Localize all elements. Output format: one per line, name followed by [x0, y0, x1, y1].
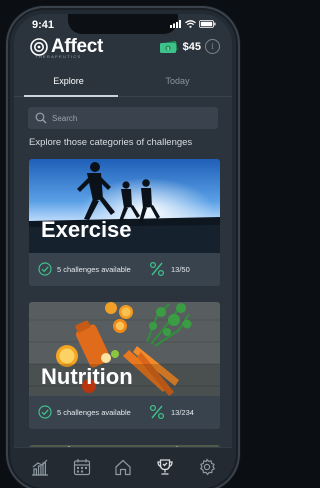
balance[interactable]: $ $45 i: [159, 39, 220, 54]
signal-icon: [170, 20, 181, 28]
tab-explore[interactable]: Explore: [14, 70, 123, 96]
challenge-progress: 13/234: [171, 408, 194, 417]
challenges-available: 5 challenges available: [57, 265, 131, 274]
app-screen: 9:41 Affect THERAPEUTICS $ $45 i Explore…: [14, 14, 232, 488]
status-time: 9:41: [32, 19, 55, 31]
status-bar: 9:41: [14, 16, 232, 34]
chart-icon[interactable]: [31, 458, 49, 476]
info-icon[interactable]: i: [205, 39, 220, 54]
percent-icon: [149, 261, 165, 277]
settings-icon[interactable]: [198, 458, 216, 476]
search-icon: [35, 112, 47, 124]
wifi-icon: [185, 20, 196, 28]
phone-frame: 9:41 Affect THERAPEUTICS $ $45 i Explore…: [10, 10, 236, 488]
tab-today[interactable]: Today: [123, 70, 232, 96]
bottom-nav: [14, 447, 232, 488]
category-label: Nutrition: [41, 364, 133, 389]
active-tab-indicator: [24, 95, 118, 97]
battery-icon: [199, 20, 216, 28]
balance-value: $45: [182, 40, 201, 53]
card-footer: 5 challenges available 13/50: [29, 253, 220, 286]
tab-bar: Explore Today: [14, 70, 232, 97]
section-title: Explore those categories of challenges: [29, 137, 193, 148]
card-footer: 5 challenges available 13/234: [29, 396, 220, 429]
svg-text:$: $: [166, 46, 169, 52]
calendar-icon[interactable]: [73, 458, 91, 476]
search-bar[interactable]: [28, 107, 218, 129]
challenges-available: 5 challenges available: [57, 408, 131, 417]
trophy-icon[interactable]: [156, 458, 174, 476]
app-header: Affect THERAPEUTICS $ $45 i: [14, 34, 232, 60]
check-circle-icon: [38, 262, 52, 276]
status-icons: [170, 20, 216, 28]
check-circle-icon: [38, 405, 52, 419]
category-card-exercise[interactable]: Exercise 5 challenges available 13/50: [29, 159, 220, 286]
percent-icon: [149, 404, 165, 420]
category-label: Exercise: [41, 217, 132, 242]
challenge-progress: 13/50: [171, 265, 190, 274]
money-icon: $: [159, 40, 178, 53]
app-subtitle: THERAPEUTICS: [35, 54, 82, 59]
home-icon[interactable]: [114, 458, 132, 476]
search-input[interactable]: [52, 107, 192, 129]
category-card-nutrition[interactable]: Nutrition 5 challenges available 13/234: [29, 302, 220, 429]
